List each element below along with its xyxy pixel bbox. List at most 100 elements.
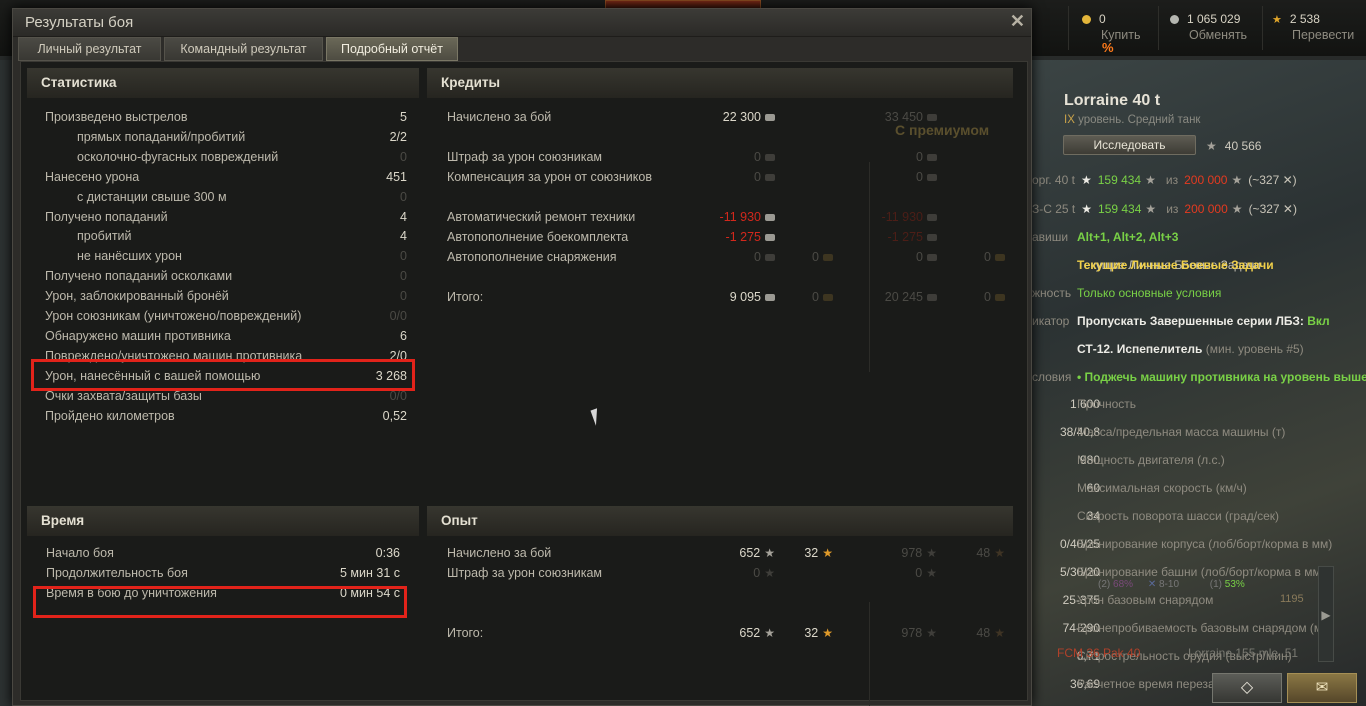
gun-label-2: Lorraine 155 mle. 51 <box>1188 646 1299 660</box>
time-row: Продолжительность боя 5 мин 31 с <box>46 566 400 584</box>
overlay-damage: 1195 <box>1280 593 1304 605</box>
highlight-box-assist <box>31 359 415 391</box>
difficulty-row: жность Только основные условия <box>1032 286 1222 300</box>
credits-icon <box>765 234 775 241</box>
stat-value: 4 <box>400 229 407 244</box>
xp-row: Итого: 652 ★ 32 ★ 978 ★ 48 ★ <box>447 626 1007 644</box>
compare-row: орг. 40 t ★ 159 434 ★ из 200 000 ★ (~327 ✕) <box>1032 173 1297 187</box>
premium-free-xp-value: 48 ★ <box>976 546 1005 560</box>
tab-team[interactable]: Командный результат <box>164 37 323 61</box>
chat-icon[interactable]: ✉ <box>1287 673 1357 703</box>
credit-value: 0 <box>754 170 775 184</box>
credits-icon <box>765 294 775 301</box>
stat-row: прямых попаданий/пробитий 2/2 <box>45 130 407 148</box>
gold-value: 0 <box>1099 12 1106 26</box>
stat-row: не нанёсших урон 0 <box>45 249 407 267</box>
left-background <box>0 60 12 706</box>
research-button[interactable]: Исследовать <box>1063 135 1196 155</box>
stat-row: Очки захвата/защиты базы 0/0 <box>45 389 407 407</box>
credit-value: 0 <box>754 250 775 264</box>
xp-icon: ★ <box>764 546 775 560</box>
window-titlebar: Результаты боя ✕ <box>13 9 1031 37</box>
exchange-link[interactable]: Обменять <box>1189 28 1247 42</box>
free-xp-icon: ★ <box>994 546 1005 560</box>
stat-label: не нанёсших урон <box>77 249 182 264</box>
conditions-row: словия • Поджечь машину противника на уро… <box>1032 370 1366 384</box>
credit-row: Компенсация за урон от союзников 0 0 <box>447 170 1007 188</box>
mission-name[interactable]: СТ-12. Испепелитель (мин. уровень #5) <box>1077 342 1304 356</box>
xp-label: Начислено за бой <box>447 546 552 560</box>
credit-label: Итого: <box>447 290 484 304</box>
credit-label: Компенсация за урон от союзников <box>447 170 652 184</box>
premium-free-xp-value: 48 ★ <box>976 626 1005 640</box>
vehicle-type: уровень. Средний танк <box>1078 114 1201 126</box>
xp-row: Начислено за бой 652 ★ 32 ★ 978 ★ 48 ★ <box>447 546 1007 564</box>
credit-row: Автопополнение снаряжения 0 0 0 0 <box>447 250 1007 268</box>
premium-xp-value: 0 ★ <box>915 566 937 580</box>
tab-personal[interactable]: Личный результат <box>18 37 161 61</box>
stat-row: осколочно-фугасных повреждений 0 <box>45 150 407 168</box>
premium-credit-value: 33 450 <box>885 110 937 124</box>
silver-block[interactable]: 1 065 029 Обменять <box>1158 6 1258 50</box>
credit-row: Автоматический ремонт техники -11 930 -11 … <box>447 210 1007 228</box>
premium-credit-value: 0 <box>916 150 937 164</box>
gold-value: 0 <box>812 290 833 304</box>
free-xp-icon: ★ <box>822 546 833 560</box>
premium-xp-value: 978 ★ <box>901 626 937 640</box>
free-xp-block[interactable]: ★ 2 538 Перевести <box>1262 6 1366 50</box>
hotkeys-row: авиши Alt+1, Alt+2, Alt+3 <box>1032 230 1179 244</box>
stat-row: пробитий 4 <box>45 229 407 247</box>
xp-icon: ★ <box>926 566 937 580</box>
credit-value: 0 <box>754 150 775 164</box>
stat-label: с дистанции свыше 300 м <box>77 189 227 204</box>
free-xp-value: 32 ★ <box>804 626 833 640</box>
discount-badge: % <box>1102 40 1114 55</box>
stat-value: 0 <box>400 249 407 264</box>
credit-label: Начислено за бой <box>447 110 552 124</box>
convert-xp-link[interactable]: Перевести <box>1292 28 1354 42</box>
stat-row: с дистанции свыше 300 м 0 <box>45 190 407 208</box>
stat-row: Получено попаданий 4 <box>45 210 407 228</box>
xp-icon: ★ <box>764 626 775 640</box>
credits-icon <box>927 254 937 261</box>
credits-icon <box>927 114 937 121</box>
credits-icon <box>927 154 937 161</box>
credits-icon <box>927 214 937 221</box>
credits-icon <box>765 174 775 181</box>
stat-value: 0 <box>400 189 407 204</box>
credit-row: Итого: 9 095 0 20 245 0 <box>447 290 1007 308</box>
stat-label: Пройдено километров <box>45 408 175 423</box>
premium-gold-value: 0 <box>984 250 1005 264</box>
gold-icon <box>995 254 1005 261</box>
credits-icon <box>765 114 775 121</box>
stat-label: Урон, заблокированный бронёй <box>45 289 229 304</box>
stat-label: Получено попаданий <box>45 209 168 224</box>
techtree-icon[interactable]: ◇ <box>1212 673 1282 703</box>
credits-icon <box>765 254 775 261</box>
report-content: Статистика Произведено выстрелов 5 прямых … <box>20 61 1028 706</box>
chevron-right-icon[interactable]: ▶ <box>1318 566 1334 662</box>
stat-value: 0 <box>400 269 407 284</box>
credits-icon <box>927 174 937 181</box>
tab-detailed[interactable]: Подробный отчёт <box>326 37 458 61</box>
premium-xp-value: 978 ★ <box>901 546 937 560</box>
credit-value: 22 300 <box>723 110 775 124</box>
stats-header: Статистика <box>27 68 419 98</box>
stat-row: Обнаружено машин противника 6 <box>45 329 407 347</box>
highlight-box-time <box>33 586 407 618</box>
stat-value: 0 <box>400 289 407 304</box>
close-icon[interactable]: ✕ <box>1010 11 1025 32</box>
time-value: 5 мин 31 с <box>339 566 400 580</box>
stat-label: осколочно-фугасных повреждений <box>77 149 279 164</box>
premium-credit-value: -1 275 <box>888 230 937 244</box>
compare-row: З-С 25 t ★ 159 434 ★ из 200 000 ★ (~327 ✕) <box>1032 202 1297 216</box>
stat-row: Урон союзникам (уничтожено/повреждений) 0… <box>45 309 407 327</box>
stat-label: Урон союзникам (уничтожено/повреждений) <box>45 309 302 323</box>
time-header: Время <box>27 506 419 536</box>
stat-label: Нанесено урона <box>45 169 140 184</box>
free-xp-icon: ★ <box>994 626 1005 640</box>
gold-icon <box>1082 15 1091 24</box>
time-label: Начало боя <box>46 546 114 560</box>
xp-header: Опыт <box>427 506 1013 536</box>
credits-header: Кредиты <box>427 68 1013 98</box>
